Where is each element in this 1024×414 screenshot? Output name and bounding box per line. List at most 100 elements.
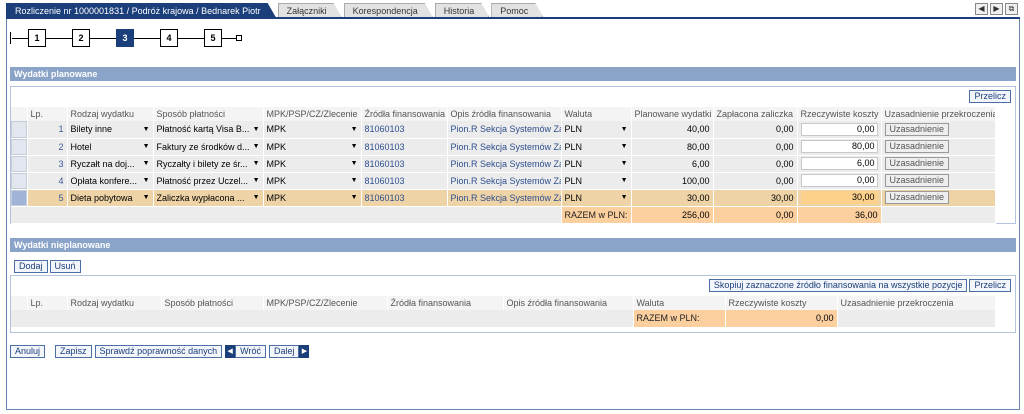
- row-selector-box: [11, 189, 26, 205]
- justification-button[interactable]: Uzasadnienie: [884, 174, 950, 187]
- payment-dropdown-wrap: Faktury ze środków d... ▼: [157, 142, 260, 152]
- tab-1[interactable]: Załączniki: [278, 3, 342, 17]
- roadmap-step-3[interactable]: 3: [116, 29, 134, 47]
- actual-cost-input[interactable]: 0,00: [800, 174, 878, 187]
- planned-total-advance: 0,00: [713, 206, 798, 224]
- unplanned-col-header: Sposób płatności: [161, 296, 264, 310]
- mpk-dropdown[interactable]: MPK ▼: [263, 121, 362, 139]
- actual-cost-input[interactable]: 30,00: [800, 191, 878, 204]
- next-tab-button[interactable]: ▶: [990, 3, 1003, 15]
- unplanned-table: Lp. Rodzaj wydatku Sposób płatności MPK/PSP…: [11, 296, 996, 328]
- row-selector[interactable]: [11, 121, 28, 139]
- table-row[interactable]: 4 Opłata konfere... ▼ Płatność przez Uczel.…: [11, 172, 996, 190]
- payment-dropdown-wrap: Ryczałty i bilety ze śr... ▼: [157, 159, 260, 169]
- table-row[interactable]: 5 Dieta pobytowa ▼ Zaliczka wypłacona ... ▼ M…: [11, 189, 996, 207]
- unplanned-col-header: MPK/PSP/CZ/Zlecenie: [263, 296, 388, 310]
- actual-cost-cell: 0,00: [797, 172, 882, 190]
- copy-source-button[interactable]: Skopiuj zaznaczone źródło finansowania n…: [708, 279, 968, 292]
- prev-tab-button[interactable]: ◀: [975, 3, 988, 15]
- payment-dropdown[interactable]: Płatność przez Uczel... ▼: [153, 172, 264, 190]
- table-row[interactable]: 3 Ryczałt na doj... ▼ Ryczałty i bilety ze …: [11, 155, 996, 173]
- row-select-header: [11, 107, 28, 121]
- caret-down-icon: ▼: [252, 194, 260, 201]
- caret-down-icon: ▼: [350, 194, 358, 201]
- next-button[interactable]: Dalej ▶: [268, 345, 310, 358]
- roadmap-end: [236, 35, 242, 41]
- caret-down-icon: ▼: [142, 194, 150, 201]
- roadmap-step-1[interactable]: 1: [28, 29, 46, 47]
- unplanned-total-actual: 0,00: [725, 310, 838, 328]
- remove-button[interactable]: Usuń: [49, 260, 81, 273]
- mpk-dropdown[interactable]: MPK ▼: [263, 155, 362, 173]
- tab-2[interactable]: Korespondencja: [344, 3, 433, 17]
- unplanned-col-header: Uzasadnienie przekroczenia: [837, 296, 996, 310]
- window-icon[interactable]: ⧉: [1005, 3, 1018, 15]
- roadmap: 1 2 3 4 5: [10, 28, 250, 48]
- justification-button[interactable]: Uzasadnienie: [884, 191, 950, 204]
- type-dropdown[interactable]: Ryczałt na doj... ▼: [67, 155, 154, 173]
- justification-button[interactable]: Uzasadnienie: [884, 140, 950, 153]
- validate-button[interactable]: Sprawdź poprawność danych: [94, 345, 223, 358]
- type-value: Ryczałt na doj...: [70, 158, 135, 169]
- funding-source[interactable]: 81060103: [361, 189, 448, 207]
- funding-source[interactable]: 81060103: [361, 138, 448, 156]
- type-dropdown[interactable]: Dieta pobytowa ▼: [67, 189, 154, 207]
- table-row[interactable]: 2 Hotel ▼ Faktury ze środków d... ▼ MPK ▼ 81060…: [11, 138, 996, 156]
- currency-dropdown[interactable]: PLN ▼: [561, 121, 632, 139]
- back-button[interactable]: ◀ Wróć: [225, 345, 266, 358]
- caret-down-icon: ▼: [620, 125, 628, 133]
- currency-dropdown-wrap: PLN ▼: [565, 159, 628, 169]
- tab-3[interactable]: Historia: [435, 3, 490, 17]
- payment-dropdown[interactable]: Płatność kartą Visa B... ▼: [153, 121, 264, 139]
- justification-button[interactable]: Uzasadnienie: [884, 122, 950, 136]
- cancel-button[interactable]: Anuluj: [10, 345, 46, 358]
- currency-dropdown[interactable]: PLN ▼: [561, 189, 632, 207]
- tab-4[interactable]: Pomoc: [491, 3, 543, 17]
- mpk-dropdown-wrap: MPK ▼: [267, 124, 358, 134]
- actual-cost-cell: 80,00: [797, 138, 882, 156]
- currency-dropdown[interactable]: PLN ▼: [561, 138, 632, 156]
- actual-cost-input[interactable]: 6,00: [800, 157, 878, 170]
- funding-source[interactable]: 81060103: [361, 121, 448, 139]
- type-dropdown[interactable]: Opłata konfere... ▼: [67, 172, 154, 190]
- currency-value: PLN: [564, 192, 583, 203]
- roadmap-step-2[interactable]: 2: [72, 29, 90, 47]
- planned-table: Lp. Rodzaj wydatku Sposób płatności MPK/PSP…: [11, 107, 996, 224]
- currency-value: PLN: [564, 175, 583, 186]
- justification-button[interactable]: Uzasadnienie: [884, 157, 950, 170]
- row-selector[interactable]: [11, 189, 28, 207]
- payment-dropdown[interactable]: Zaliczka wypłacona ... ▼: [153, 189, 264, 207]
- funding-source[interactable]: 81060103: [361, 155, 448, 173]
- action-bar: Anuluj Zapisz Sprawdź poprawność danych …: [10, 345, 310, 358]
- funding-source-desc: Pion.R Sekcja Systemów Zar: [447, 172, 562, 190]
- mpk-dropdown[interactable]: MPK ▼: [263, 189, 362, 207]
- currency-dropdown[interactable]: PLN ▼: [561, 155, 632, 173]
- payment-dropdown[interactable]: Faktury ze środków d... ▼: [153, 138, 264, 156]
- actual-cost-input[interactable]: 0,00: [800, 122, 878, 136]
- type-dropdown[interactable]: Hotel ▼: [67, 138, 154, 156]
- planned-col-header: Opis źródła finansowania: [447, 107, 562, 121]
- row-selector[interactable]: [11, 155, 28, 173]
- funding-source-desc: Pion.R Sekcja Systemów Zar: [447, 121, 562, 139]
- mpk-dropdown[interactable]: MPK ▼: [263, 172, 362, 190]
- planned-recalculate-button[interactable]: Przelicz: [969, 90, 1011, 103]
- save-button[interactable]: Zapisz: [55, 345, 92, 358]
- actual-cost-input[interactable]: 80,00: [800, 140, 878, 153]
- type-dropdown[interactable]: Bilety inne ▼: [67, 121, 154, 139]
- table-row[interactable]: 1 Bilety inne ▼ Płatność kartą Visa B... ▼ MP…: [11, 121, 996, 139]
- roadmap-step-5[interactable]: 5: [204, 29, 222, 47]
- funding-source[interactable]: 81060103: [361, 172, 448, 190]
- payment-dropdown[interactable]: Ryczałty i bilety ze śr... ▼: [153, 155, 264, 173]
- funding-source-desc: Pion.R Sekcja Systemów Zar: [447, 138, 562, 156]
- row-selector[interactable]: [11, 172, 28, 190]
- add-button[interactable]: Dodaj: [14, 260, 48, 273]
- payment-dropdown-wrap: Płatność kartą Visa B... ▼: [157, 124, 260, 134]
- unplanned-recalculate-button[interactable]: Przelicz: [969, 279, 1011, 292]
- planned-amount: 40,00: [631, 121, 714, 139]
- mpk-value: MPK: [266, 192, 287, 203]
- mpk-dropdown[interactable]: MPK ▼: [263, 138, 362, 156]
- tab-0[interactable]: Rozliczenie nr 1000001831 / Podróż krajo…: [6, 3, 276, 17]
- roadmap-step-4[interactable]: 4: [160, 29, 178, 47]
- currency-dropdown[interactable]: PLN ▼: [561, 172, 632, 190]
- row-selector[interactable]: [11, 138, 28, 156]
